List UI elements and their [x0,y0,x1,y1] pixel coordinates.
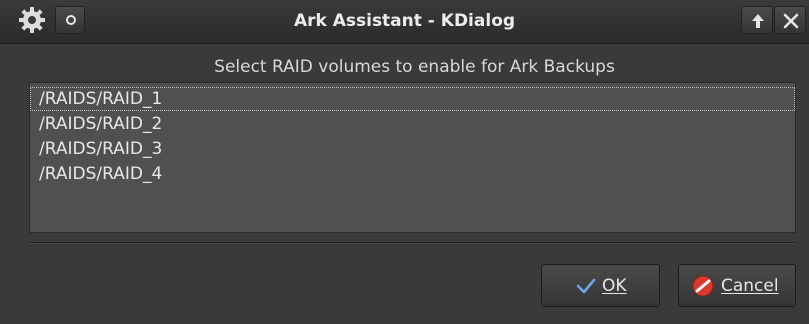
list-item[interactable]: /RAIDS/RAID_1 [30,87,795,111]
cancel-button[interactable]: Cancel [678,264,796,307]
list-item[interactable]: /RAIDS/RAID_3 [30,137,795,161]
window-title: Ark Assistant - KDialog [293,11,516,31]
dialog-prompt: Select RAID volumes to enable for Ark Ba… [214,57,615,77]
keep-above-button[interactable] [741,6,773,34]
list-item[interactable]: /RAIDS/RAID_4 [30,162,795,186]
checkmark-icon [576,278,596,294]
list-item[interactable]: /RAIDS/RAID_2 [30,112,795,136]
separator [29,242,796,244]
ok-button[interactable]: OK [541,264,660,307]
title-bar: Ark Assistant - KDialog [0,0,809,44]
cancel-label: Cancel [721,276,779,296]
ok-label: OK [602,276,627,296]
arrow-up-icon [752,14,764,28]
raid-volume-list[interactable]: /RAIDS/RAID_1 /RAIDS/RAID_2 /RAIDS/RAID_… [29,82,796,233]
close-button[interactable] [774,6,806,34]
close-icon [783,13,799,29]
cancel-icon [692,275,714,297]
